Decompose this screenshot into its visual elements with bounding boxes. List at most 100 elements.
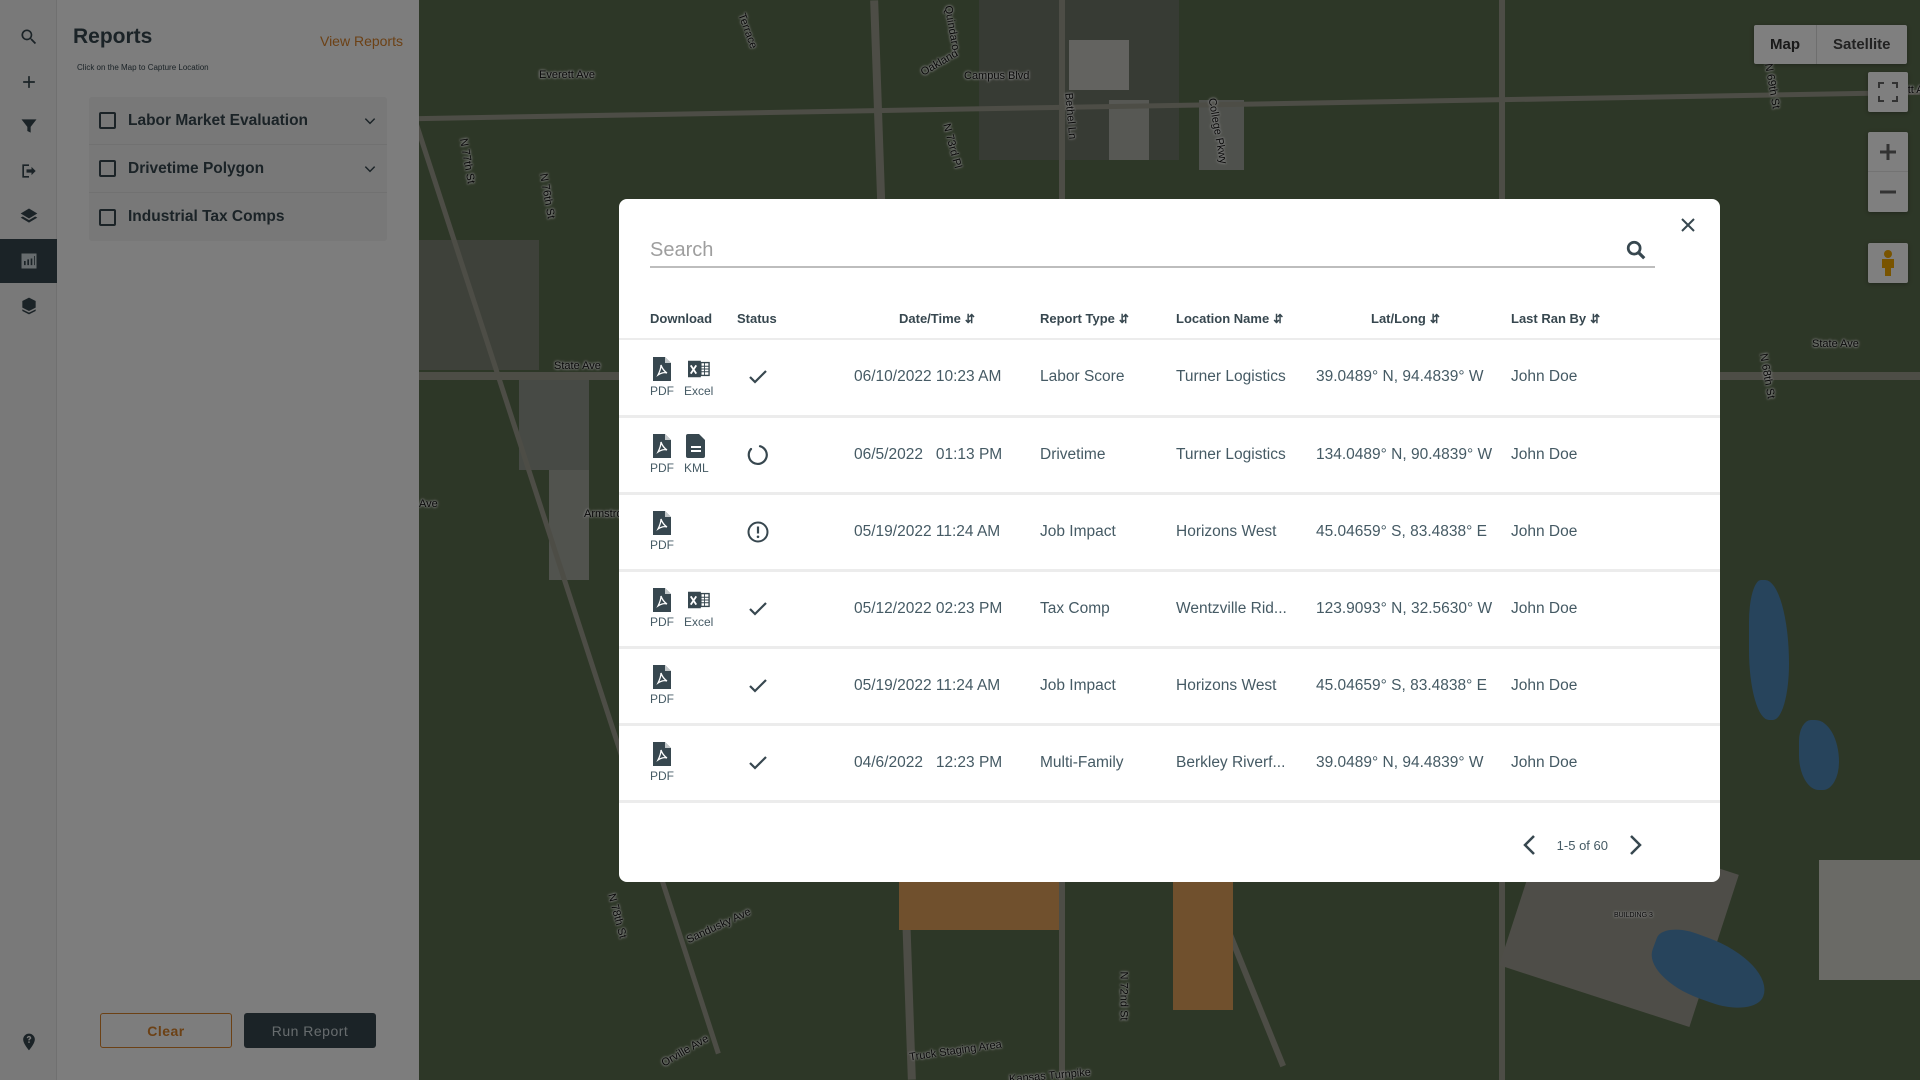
ran-by-cell: John Doe (1499, 416, 1720, 495)
excel-file-icon (687, 360, 710, 377)
col-label: Location Name (1176, 311, 1270, 326)
prev-page-button[interactable] (1519, 833, 1539, 857)
download-excel-button[interactable]: Excel (684, 357, 713, 398)
search-field (650, 235, 1655, 268)
close-icon (1681, 218, 1695, 232)
col-report-type[interactable]: Report Type ⇵ (1028, 299, 1166, 340)
download-label: PDF (650, 538, 674, 552)
col-label: Status (737, 311, 777, 326)
pdf-file-icon (653, 356, 671, 381)
col-label: Report Type (1040, 311, 1115, 326)
download-label: PDF (650, 769, 674, 783)
pdf-file-icon (653, 434, 671, 458)
ran-by-cell: John Doe (1499, 724, 1720, 803)
download-cell: PDF (619, 647, 737, 726)
search-input[interactable] (650, 235, 1610, 265)
status-cell (737, 724, 854, 803)
pdf-file-icon (653, 742, 671, 766)
latlong-cell: 134.0489° N, 90.4839° W (1316, 416, 1499, 495)
check-icon (749, 755, 767, 770)
table-row: PDF KML 06/5/2022 01:13 PM Drivetime Turner … (619, 416, 1720, 495)
location-cell: Wentzville Rid... (1166, 570, 1316, 649)
col-latlong[interactable]: Lat/Long ⇵ (1316, 299, 1499, 340)
check-icon (749, 370, 767, 384)
latlong-cell: 39.0489° N, 94.4839° W (1316, 724, 1499, 803)
location-cell: Horizons West (1166, 647, 1316, 726)
table-body: PDF Excel 06/10/2022 10:23 AM Labor Score Tu… (619, 339, 1720, 803)
download-label: PDF (650, 383, 674, 398)
reports-table: Download Status Date/Time ⇵ Report Type ⇵ … (619, 299, 1720, 803)
pagination: 1-5 of 60 (1519, 833, 1646, 857)
latlong-cell: 45.04659° S, 83.4838° E (1316, 493, 1499, 572)
col-label: Download (650, 311, 713, 326)
download-cell: PDF Excel (619, 339, 737, 418)
download-pdf-button[interactable]: PDF (650, 665, 674, 706)
ran-by-cell: John Doe (1499, 570, 1720, 649)
page-indicator: 1-5 of 60 (1556, 837, 1608, 853)
report-type-cell: Labor Score (1028, 339, 1166, 418)
kml-file-icon (686, 434, 706, 458)
sort-icon[interactable]: ⇵ (965, 312, 975, 326)
chevron-left-icon (1522, 835, 1535, 855)
pdf-file-icon (653, 588, 671, 612)
col-location[interactable]: Location Name ⇵ (1166, 299, 1316, 340)
latlong-cell: 123.9093° N, 32.5630° W (1316, 570, 1499, 649)
datetime-cell: 04/6/2022 12:23 PM (854, 724, 1028, 803)
download-label: Excel (684, 383, 714, 398)
sort-icon[interactable]: ⇵ (1119, 312, 1129, 326)
download-cell: PDF Excel (619, 570, 737, 649)
sort-icon[interactable]: ⇵ (1430, 312, 1440, 326)
col-label: Last Ran By (1511, 311, 1587, 326)
report-type-cell: Drivetime (1028, 416, 1166, 495)
excel-file-icon (687, 591, 710, 609)
loading-spinner-icon (747, 444, 768, 465)
download-pdf-button[interactable]: PDF (650, 742, 674, 783)
next-page-button[interactable] (1626, 833, 1646, 857)
status-cell (737, 416, 854, 495)
pdf-file-icon (653, 511, 671, 535)
status-cell (737, 570, 854, 649)
download-label: PDF (650, 615, 674, 629)
close-modal-button[interactable] (1674, 211, 1702, 239)
download-pdf-button[interactable]: PDF (650, 356, 674, 398)
download-label: KML (684, 461, 709, 475)
report-type-cell: Job Impact (1028, 493, 1166, 572)
report-type-cell: Multi-Family (1028, 724, 1166, 803)
table-row: PDF Excel 06/10/2022 10:23 AM Labor Score Tu… (619, 339, 1720, 418)
check-icon (749, 678, 767, 693)
status-cell (737, 647, 854, 726)
table-row: PDF 05/19/2022 11:24 AM Job Impact Horizons… (619, 493, 1720, 572)
download-pdf-button[interactable]: PDF (650, 434, 674, 475)
download-label: PDF (650, 461, 674, 475)
download-excel-button[interactable]: Excel (684, 588, 713, 629)
download-pdf-button[interactable]: PDF (650, 588, 674, 629)
app-root: Reports View Reports Click on the Map to… (0, 0, 1920, 1080)
col-ran-by[interactable]: Last Ran By ⇵ (1499, 299, 1720, 340)
location-cell: Turner Logistics (1166, 339, 1316, 418)
col-label: Date/Time (899, 311, 961, 326)
location-cell: Berkley Riverf... (1166, 724, 1316, 803)
download-cell: PDF (619, 724, 737, 803)
col-download: Download (619, 299, 737, 340)
download-pdf-button[interactable]: PDF (650, 511, 674, 552)
col-datetime[interactable]: Date/Time ⇵ (854, 299, 1028, 340)
table-row: PDF 04/6/2022 12:23 PM Multi-Family Berkley… (619, 724, 1720, 803)
status-cell (737, 493, 854, 572)
location-cell: Horizons West (1166, 493, 1316, 572)
table-row: PDF 05/19/2022 11:24 AM Job Impact Horizons… (619, 647, 1720, 726)
search-icon[interactable] (1625, 239, 1647, 261)
latlong-cell: 39.0489° N, 94.4839° W (1316, 339, 1499, 418)
sort-icon[interactable]: ⇵ (1273, 312, 1283, 326)
table-row: PDF Excel 05/12/2022 02:23 PM Tax Comp Wentz… (619, 570, 1720, 649)
location-cell: Turner Logistics (1166, 416, 1316, 495)
ran-by-cell: John Doe (1499, 493, 1720, 572)
datetime-cell: 06/10/2022 10:23 AM (854, 339, 1028, 418)
table-header-row: Download Status Date/Time ⇵ Report Type ⇵ … (619, 299, 1720, 340)
sort-icon[interactable]: ⇵ (1590, 312, 1600, 326)
datetime-cell: 05/12/2022 02:23 PM (854, 570, 1028, 649)
col-label: Lat/Long (1371, 311, 1426, 326)
status-cell (737, 339, 854, 418)
report-type-cell: Tax Comp (1028, 570, 1166, 649)
check-icon (749, 601, 767, 616)
download-kml-button[interactable]: KML (684, 434, 709, 475)
